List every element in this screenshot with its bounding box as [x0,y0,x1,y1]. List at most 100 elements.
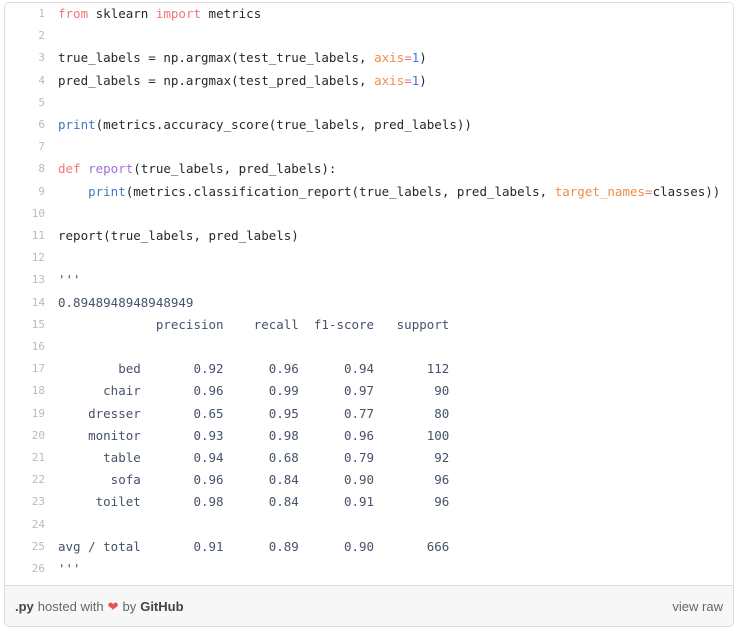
code-line-content[interactable]: chair 0.96 0.99 0.97 90 [54,380,733,403]
code-line-content[interactable]: 0.8948948948948949 [54,291,733,314]
code-line: 1 from sklearn import metrics [5,3,733,26]
code-token: import [155,6,202,21]
code-line: 22 sofa 0.96 0.84 0.90 96 [5,469,733,492]
code-line: 9 print(metrics.classification_report(tr… [5,180,733,203]
host-name-label: GitHub [140,598,184,614]
line-number[interactable]: 21 [5,447,54,470]
code-line: 23 toilet 0.98 0.84 0.91 96 [5,491,733,514]
view-raw-link[interactable]: view raw [672,599,723,614]
line-number[interactable]: 17 [5,358,54,381]
code-line: 24​ [5,513,733,536]
code-line: 18 chair 0.96 0.99 0.97 90 [5,380,733,403]
code-token: precision recall f1-score support [58,316,450,332]
code-token: = [404,50,412,66]
code-line: 26 ''' [5,558,733,581]
code-line-content[interactable]: ​ [54,247,733,270]
code-line-content[interactable]: print(metrics.accuracy_score(true_labels… [54,114,733,137]
line-number[interactable]: 24 [5,513,54,536]
line-number[interactable]: 8 [5,158,54,181]
gist-file-content: 1from sklearn import metrics2​3true_labe… [5,3,733,585]
code-line-content[interactable]: pred_labels = np.argmax(test_pred_labels… [54,69,733,92]
code-line-content[interactable]: true_labels = np.argmax(test_true_labels… [54,47,733,70]
code-line-content[interactable]: monitor 0.93 0.98 0.96 100 [54,424,733,448]
code-token: (true_labels, pred_labels): [133,161,337,177]
code-line-content[interactable]: ​ [54,513,733,536]
code-line: 6 print(metrics.accuracy_score(true_label… [5,114,733,137]
line-number[interactable]: 1 [5,3,54,26]
code-line-content[interactable]: from sklearn import metrics [54,3,733,26]
code-line-content[interactable]: ''' [54,269,733,292]
line-number[interactable]: 23 [5,491,54,514]
code-token: ) [419,72,427,88]
code-line-content[interactable]: ​ [54,25,733,48]
code-line: 13 ''' [5,269,733,292]
code-line-content[interactable]: def report(true_labels, pred_labels): [54,158,733,181]
code-token: monitor 0.93 0.98 0.96 100 [58,427,450,443]
code-token: report(true_labels, pred_labels) [58,228,299,244]
code-token: avg / total 0.91 0.89 0.90 666 [58,538,450,554]
line-number[interactable]: 26 [5,558,54,581]
code-line-content[interactable]: report(true_labels, pred_labels) [54,225,733,248]
line-number[interactable]: 4 [5,69,54,92]
code-line-content[interactable]: ''' [54,558,733,581]
code-token: def [58,161,81,177]
code-token: (metrics.classification_report(true_labe… [125,183,555,199]
line-number[interactable]: 25 [5,535,54,559]
code-token: (metrics.accuracy_score(true_labels, pre… [95,117,472,133]
code-table: 1from sklearn import metrics2​3true_labe… [5,3,733,581]
heart-icon: ❤ [107,598,119,614]
by-label: by [122,598,137,614]
code-token: pred_labels = np.argmax(test_pred_labels… [58,72,375,88]
line-number[interactable]: 14 [5,291,54,314]
line-number[interactable]: 10 [5,202,54,226]
code-line-content[interactable]: print(metrics.classification_report(true… [54,180,733,203]
code-line: 10​ [5,202,733,226]
code-line-content[interactable]: precision recall f1-score support [54,313,733,337]
line-number[interactable]: 20 [5,424,54,448]
code-token: = [645,183,653,199]
line-number[interactable]: 3 [5,47,54,70]
code-line: 19 dresser 0.65 0.95 0.77 80 [5,402,733,425]
code-line-content[interactable]: ​ [54,202,733,226]
line-number[interactable]: 16 [5,336,54,359]
code-token: sofa 0.96 0.84 0.90 96 [58,472,450,488]
line-number[interactable]: 22 [5,469,54,492]
line-number[interactable]: 18 [5,380,54,403]
code-token: 0.8948948948948949 [58,294,194,310]
code-line: 15 precision recall f1-score support [5,313,733,337]
code-token: metrics [208,6,262,21]
code-line-content[interactable]: dresser 0.65 0.95 0.77 80 [54,402,733,425]
code-line-content[interactable]: toilet 0.98 0.84 0.91 96 [54,491,733,514]
code-token: true_labels = np.argmax(test_true_labels… [58,50,375,66]
code-line-content[interactable]: ​ [54,91,733,115]
line-number[interactable]: 6 [5,114,54,137]
code-token: toilet 0.98 0.84 0.91 96 [58,494,450,510]
code-line: 20 monitor 0.93 0.98 0.96 100 [5,424,733,448]
code-line-content[interactable]: table 0.94 0.68 0.79 92 [54,447,733,470]
gist-attribution: .py hosted with ❤ by GitHub [15,599,184,614]
line-number[interactable]: 13 [5,269,54,292]
line-number[interactable]: 2 [5,25,54,48]
code-line: 2​ [5,25,733,48]
line-number[interactable]: 7 [5,136,54,159]
line-number[interactable]: 5 [5,91,54,115]
code-line-content[interactable]: ​ [54,336,733,359]
code-line-content[interactable]: sofa 0.96 0.84 0.90 96 [54,469,733,492]
line-number[interactable]: 11 [5,225,54,248]
line-number[interactable]: 15 [5,313,54,337]
code-line: 11 report(true_labels, pred_labels) [5,225,733,248]
code-line: 5​ [5,91,733,115]
code-line: 17 bed 0.92 0.96 0.94 112 [5,358,733,381]
code-line-content[interactable]: avg / total 0.91 0.89 0.90 666 [54,535,733,559]
gist-card: 1from sklearn import metrics2​3true_labe… [4,2,734,627]
line-number[interactable]: 19 [5,402,54,425]
code-line-content[interactable]: bed 0.92 0.96 0.94 112 [54,358,733,381]
code-line-content[interactable]: ​ [54,136,733,159]
line-number[interactable]: 12 [5,247,54,270]
code-token: dresser 0.65 0.95 0.77 80 [58,405,450,421]
code-token: axis [374,50,405,66]
code-token: ''' [58,561,81,577]
line-number[interactable]: 9 [5,180,54,203]
